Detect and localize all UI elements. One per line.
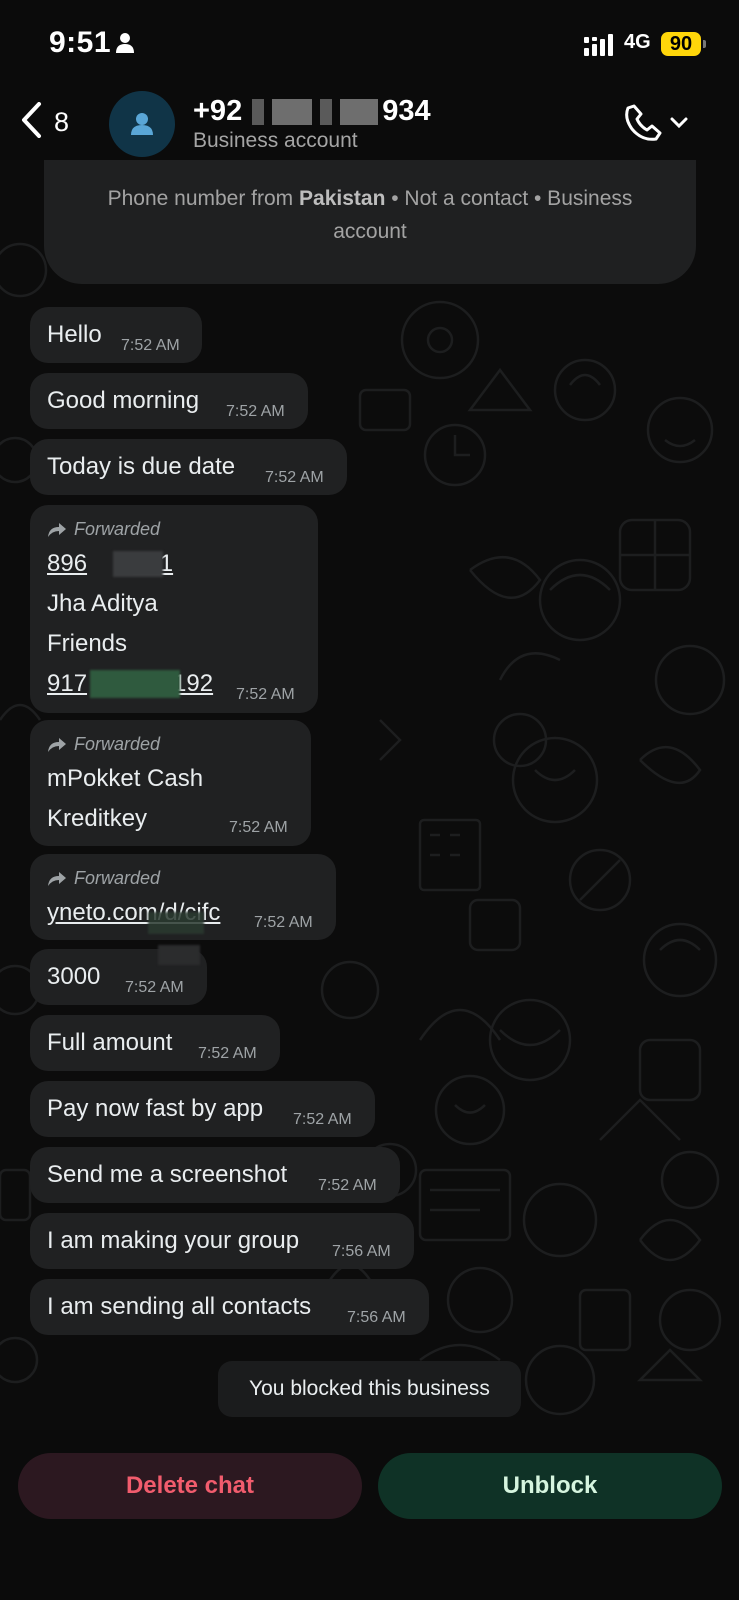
message-text: mPokket Cash [47,765,204,792]
message-bubble[interactable]: I am making your group 7:56 AM [30,1213,414,1269]
redaction-blur [148,912,204,934]
message-time: 7:52 AM [254,914,313,931]
chevron-left-icon [20,101,42,143]
phone-icon [624,102,664,147]
message-text: Today is due date [47,453,236,480]
forward-icon [48,522,66,537]
message-text: Pay now fast by app [47,1095,264,1122]
message-time: 7:52 AM [236,686,295,703]
back-button[interactable]: 8 [20,98,69,146]
message-bubble[interactable]: Today is due date 7:52 AM [30,439,347,495]
forwarded-text: Forwarded [74,519,161,539]
message-text: Kreditkey [47,805,148,832]
info-text-prefix: Phone number from [107,187,300,210]
phone-suffix: 934 [382,95,431,127]
forwarded-contact-bubble[interactable]: Forwarded 896201 Jha Aditya Friends 9171… [30,505,318,713]
message-time: 7:52 AM [198,1045,257,1062]
message-time: 7:52 AM [265,469,324,486]
message-bubble[interactable]: Hello 7:52 AM [30,307,202,363]
message-bubble[interactable]: 3000 7:52 AM [30,945,207,1005]
message-time: 7:52 AM [229,819,288,836]
redaction-blur [113,551,163,577]
redaction-mask [252,98,265,125]
signal-icon [584,34,616,61]
message-text: Good morning [47,387,200,414]
network-type: 4G [624,31,651,53]
message-bubble[interactable]: Pay now fast by app 7:52 AM [30,1081,375,1137]
chat-header: 8 +92 934 Business account [0,88,739,160]
message-time: 7:56 AM [332,1243,391,1260]
message-time: 7:52 AM [293,1111,352,1128]
battery-tip [703,40,706,48]
message-bubble[interactable]: I am sending all contacts 7:56 AM [30,1279,429,1335]
message-text: 3000 [47,963,101,990]
message-text: I am making your group [47,1227,300,1254]
unread-count: 8 [54,106,70,137]
contact-name[interactable]: +92 934 [193,95,431,128]
avatar[interactable] [109,91,175,157]
chevron-down-icon [670,116,688,134]
call-button[interactable] [624,102,688,147]
forwarded-label: Forwarded [47,519,160,540]
redaction-blur [158,945,200,965]
phone-number-start: 896 [47,550,88,577]
redaction-mask [320,98,333,125]
message-text: Send me a screenshot [47,1161,288,1188]
business-info-card: Phone number from Pakistan • Not a conta… [44,160,696,284]
forwarded-message-bubble[interactable]: Forwarded mPokket Cash Kreditkey 7:52 AM [30,720,311,846]
message-bubble[interactable]: Send me a screenshot 7:52 AM [30,1147,400,1203]
unblock-button[interactable]: Unblock [378,1453,722,1519]
contact-name-line: Jha Aditya [47,590,158,617]
person-icon [131,113,153,135]
forwarded-link-bubble[interactable]: Forwarded yneto.com/d/cifc 7:52 AM [30,854,336,940]
message-bubble[interactable]: Full amount 7:52 AM [30,1015,280,1071]
forward-icon [48,737,66,752]
message-text: I am sending all contacts [47,1293,312,1320]
message-time: 7:52 AM [121,337,180,354]
redaction-mask [272,98,313,125]
forwarded-label: Forwarded [47,868,160,889]
forwarded-label: Forwarded [47,734,160,755]
message-text: Full amount [47,1029,173,1056]
forwarded-text: Forwarded [74,868,161,888]
message-bubble[interactable]: Good morning 7:52 AM [30,373,308,429]
message-time: 7:52 AM [318,1177,377,1194]
message-time: 7:56 AM [347,1309,406,1326]
contact-subtitle: Business account [193,129,358,152]
message-text: Hello [47,321,102,348]
redaction-blur [90,670,180,698]
delete-chat-button[interactable]: Delete chat [18,1453,362,1519]
redaction-mask [340,98,379,125]
status-bar: 9:51 4G 90 [0,0,739,88]
phone-number-start: 917 [47,670,88,697]
battery-icon: 90 [661,32,701,56]
phone-prefix: +92 [193,95,243,127]
message-time: 7:52 AM [125,979,184,996]
forwarded-text: Forwarded [74,734,161,754]
bottom-action-bar: Delete chat Unblock [0,1430,739,1600]
contact-group-line: Friends [47,630,128,657]
blocked-notice: You blocked this business [218,1361,521,1417]
info-country: Pakistan [299,187,386,210]
person-icon [116,33,134,58]
message-time: 7:52 AM [226,403,285,420]
forward-icon [48,871,66,886]
status-time: 9:51 [49,26,112,59]
